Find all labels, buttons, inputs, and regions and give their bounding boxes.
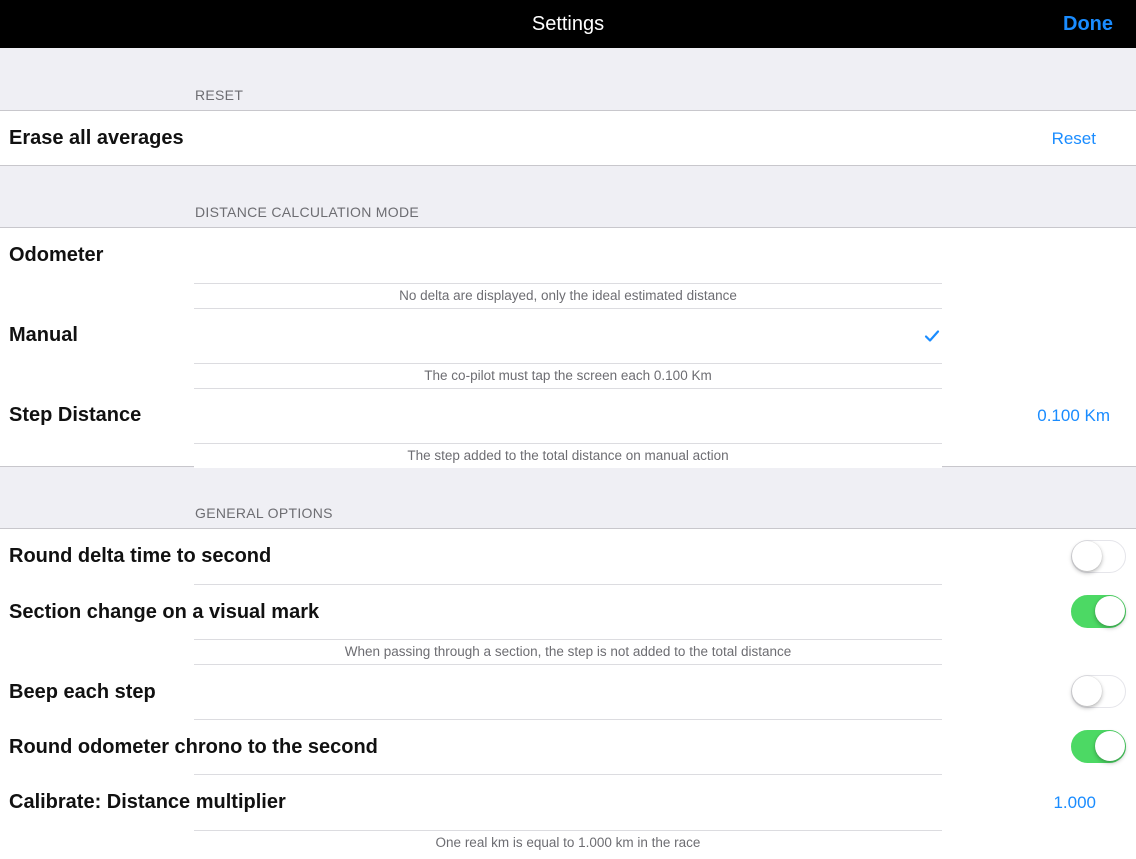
- step-distance-label: Step Distance: [9, 404, 142, 426]
- step-distance-value[interactable]: 0.100 Km: [1037, 406, 1110, 426]
- calibrate-value[interactable]: 1.000: [1053, 793, 1096, 813]
- erase-averages-label: Erase all averages: [9, 127, 184, 149]
- round-delta-toggle[interactable]: [1071, 540, 1126, 573]
- toggle-knob: [1095, 596, 1125, 626]
- step-distance-row[interactable]: Step Distance 0.100 Km: [0, 388, 1136, 443]
- round-chrono-label: Round odometer chrono to the second: [9, 736, 378, 758]
- done-button[interactable]: Done: [1063, 13, 1113, 36]
- calibrate-footer: One real km is equal to 1.000 km in the …: [194, 830, 942, 855]
- calibrate-label: Calibrate: Distance multiplier: [9, 791, 286, 813]
- round-delta-label: Round delta time to second: [9, 545, 272, 567]
- toggle-knob: [1095, 731, 1125, 761]
- round-chrono-toggle[interactable]: [1071, 730, 1126, 763]
- section-header-reset: RESET: [195, 87, 244, 103]
- toggle-knob: [1072, 676, 1102, 706]
- page-title: Settings: [531, 13, 605, 35]
- toggle-knob: [1072, 541, 1102, 571]
- odometer-footer: No delta are displayed, only the ideal e…: [194, 283, 942, 309]
- manual-footer: The co-pilot must tap the screen each 0.…: [194, 363, 942, 389]
- section-change-label: Section change on a visual mark: [9, 601, 320, 623]
- separator: [194, 719, 942, 720]
- section-change-footer: When passing through a section, the step…: [194, 639, 942, 665]
- calibrate-row[interactable]: Calibrate: Distance multiplier 1.000: [0, 775, 1136, 830]
- distance-mode-group: Odometer No delta are displayed, only th…: [0, 227, 1136, 468]
- separator: [194, 584, 942, 585]
- section-header-general-options: GENERAL OPTIONS: [195, 505, 333, 521]
- reset-group: Erase all averages Reset: [0, 110, 1136, 166]
- step-distance-footer: The step added to the total distance on …: [194, 443, 942, 468]
- section-change-toggle[interactable]: [1071, 595, 1126, 628]
- beep-toggle[interactable]: [1071, 675, 1126, 708]
- manual-row[interactable]: Manual: [0, 308, 1136, 363]
- navigation-bar: Settings Done: [0, 0, 1136, 48]
- checkmark-icon: [924, 330, 940, 342]
- reset-button[interactable]: Reset: [1052, 129, 1096, 149]
- section-header-distance-mode: DISTANCE CALCULATION MODE: [195, 204, 420, 220]
- general-options-group: Round delta time to second Section chang…: [0, 528, 1136, 859]
- odometer-row[interactable]: Odometer: [0, 228, 1136, 283]
- manual-label: Manual: [9, 324, 78, 346]
- beep-label: Beep each step: [9, 681, 156, 703]
- odometer-label: Odometer: [9, 244, 104, 266]
